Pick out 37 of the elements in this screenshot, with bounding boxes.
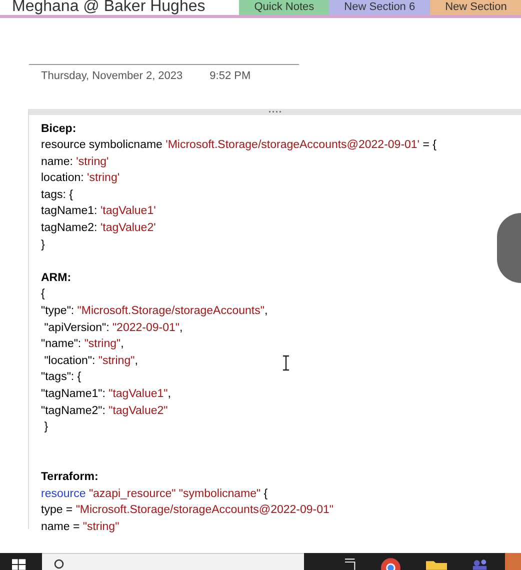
code-line: } <box>41 238 45 251</box>
task-view-icon[interactable] <box>344 558 356 570</box>
code-line: "location": "string", <box>43 354 138 367</box>
code-line: "tags": { <box>41 371 82 384</box>
code-line: "name": "string", <box>41 338 124 350</box>
section-heading: ARM: <box>41 272 72 284</box>
folder-icon[interactable] <box>426 559 447 570</box>
code-line: name: 'string' <box>41 156 109 168</box>
code-line: "apiVersion": "2022-09-01", <box>43 322 183 334</box>
code-line: resource symbolicname 'Microsoft.Storage/storageAccounts@2022-09-01' = { <box>41 139 436 152</box>
taskbar-search-field[interactable] <box>42 553 304 570</box>
section-tab[interactable]: Quick Notes <box>239 0 330 15</box>
section-heading: Bicep: <box>41 122 76 134</box>
code-line: tags: { <box>41 188 73 201</box>
section-heading: Terraform: <box>41 470 98 483</box>
scroll-button[interactable] <box>497 213 521 283</box>
code-line: } <box>43 421 48 434</box>
code-line: "tagName1": "tagValue1", <box>41 388 171 400</box>
text-cursor-icon <box>282 355 290 371</box>
code-line: tagName2: 'tagValue2' <box>41 222 156 234</box>
page-time: 9:52 PM <box>210 69 251 84</box>
code-line: name = "string" <box>41 520 120 533</box>
code-line: tagName1: 'tagValue1' <box>41 205 156 218</box>
page-date: Thursday, November 2, 2023 <box>41 69 183 84</box>
windows-start-icon[interactable] <box>12 559 26 570</box>
people-icon[interactable] <box>470 559 488 570</box>
search-icon <box>54 559 64 569</box>
code-line: "tagName2": "tagValue2" <box>41 404 168 417</box>
code-line: type = "Microsoft.Storage/storageAccounts@2022-09-01" <box>41 504 334 516</box>
code-line: "type": "Microsoft.Storage/storageAccounts", <box>41 305 268 318</box>
code-line: resource "azapi_resource" "symbolicname" { <box>41 488 268 500</box>
container-handle-bar[interactable] <box>29 108 521 114</box>
code-line: { <box>41 288 45 300</box>
section-tab[interactable]: New Section <box>430 0 521 15</box>
section-tab[interactable]: New Section 6 <box>329 0 430 15</box>
code-line: location: 'string' <box>41 172 120 184</box>
browser-icon[interactable] <box>380 557 402 570</box>
